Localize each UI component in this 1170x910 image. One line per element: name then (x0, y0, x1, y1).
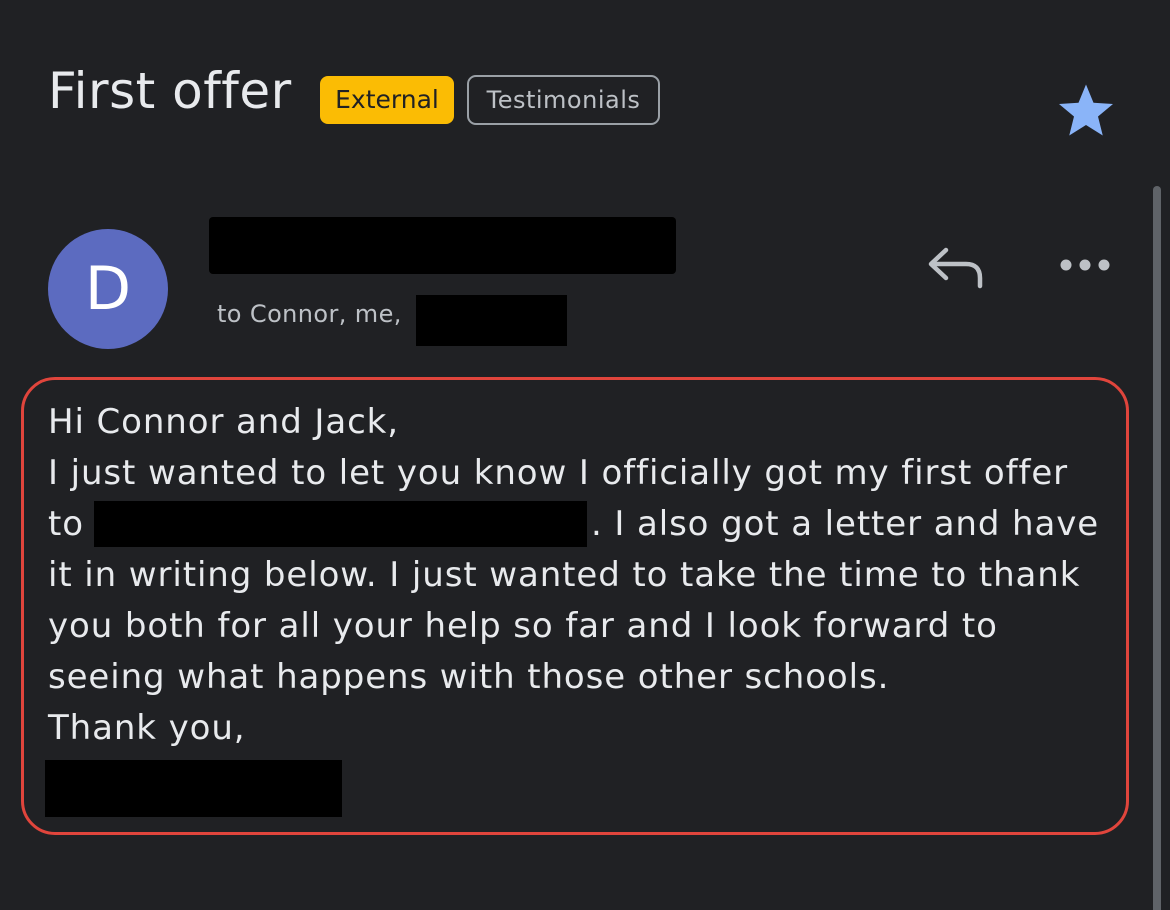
body-line-2: to . I also got a letter and have (48, 499, 1113, 550)
recipients-line[interactable]: to Connor, me, (217, 300, 402, 328)
body-line-3: it in writing below. I just wanted to ta… (48, 555, 1081, 595)
label-testimonials[interactable]: Testimonials (467, 75, 660, 125)
body-line-4: you both for all your help so far and I … (48, 606, 998, 646)
sender-name-redaction (209, 217, 676, 274)
body-closing: Thank you, (48, 708, 246, 748)
sender-avatar[interactable]: D (48, 229, 168, 349)
school-name-redaction (93, 501, 587, 547)
recipient-redaction (416, 295, 567, 346)
body-line-1: I just wanted to let you know I official… (48, 453, 1069, 493)
scrollbar[interactable] (1153, 186, 1161, 910)
email-subject: First offer (48, 62, 292, 120)
body-line-2-end: . I also got a letter and have (590, 504, 1100, 544)
body-line-5: seeing what happens with those other sch… (48, 657, 890, 697)
body-greeting: Hi Connor and Jack, (48, 402, 399, 442)
more-options-icon[interactable] (1056, 250, 1114, 280)
signature-redaction (45, 760, 342, 817)
message-body-text: Hi Connor and Jack, I just wanted to let… (48, 397, 1113, 754)
reply-icon[interactable] (924, 238, 986, 290)
email-view: First offer External Testimonials D to C… (0, 0, 1170, 910)
star-icon[interactable] (1055, 80, 1117, 140)
label-external[interactable]: External (320, 76, 454, 124)
body-line-2-start: to (48, 504, 84, 544)
